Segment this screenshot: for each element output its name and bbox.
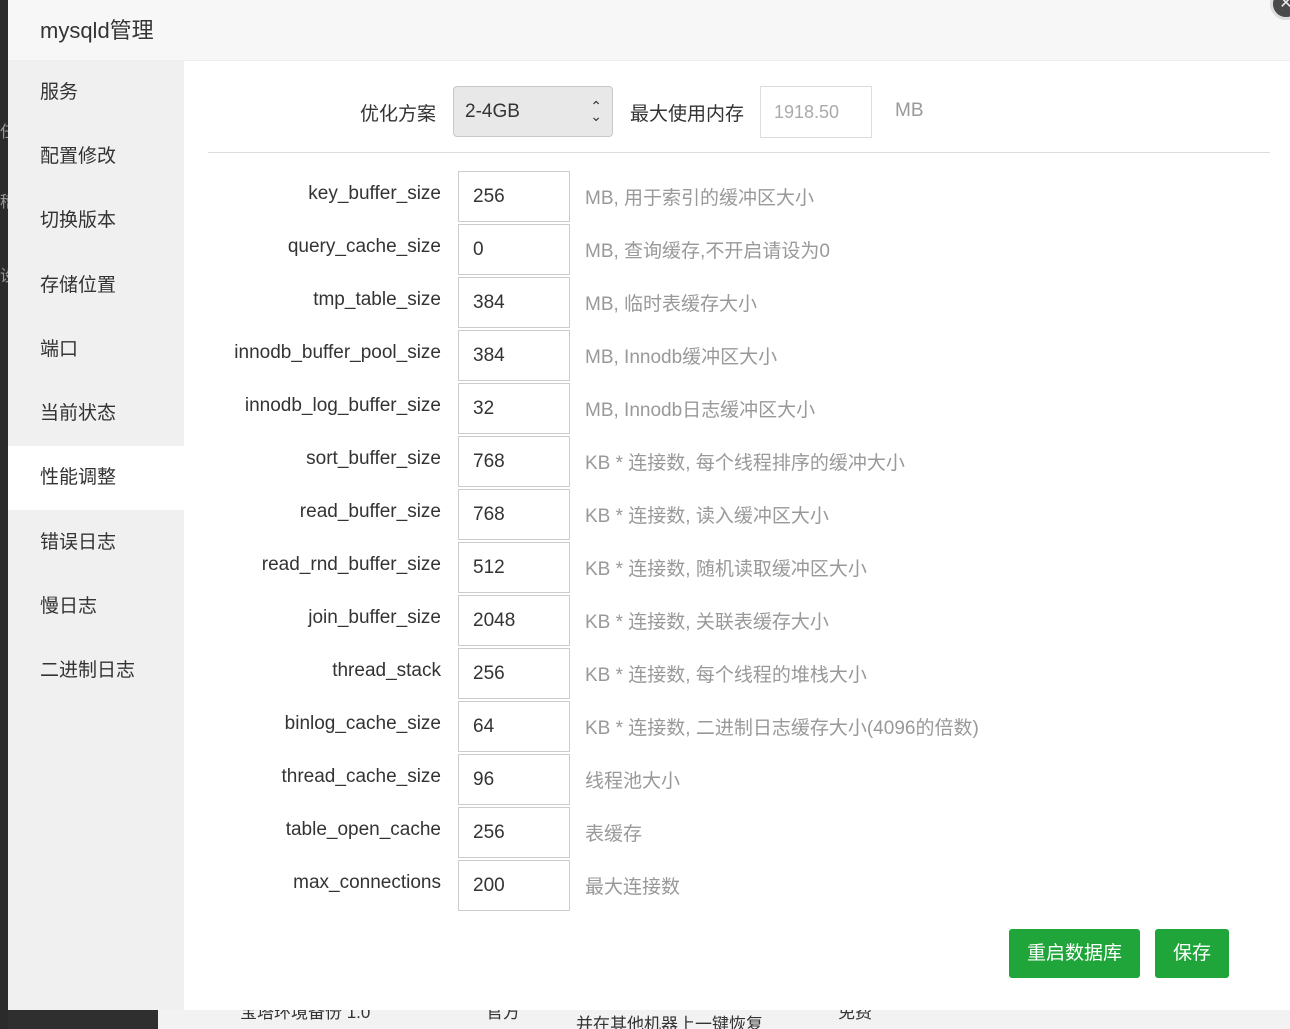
param-name: sort_buffer_size <box>306 448 441 469</box>
param-name: innodb_log_buffer_size <box>244 395 441 416</box>
param-name: join_buffer_size <box>308 607 441 628</box>
param-input[interactable]: 256 <box>458 171 570 222</box>
divider <box>208 152 1270 153</box>
max-memory-input[interactable]: 1918.50 <box>760 86 872 138</box>
param-input[interactable]: 256 <box>458 648 570 699</box>
param-row: read_rnd_buffer_size 512 KB * 连接数, 随机读取缓冲区… <box>184 542 1290 595</box>
param-name: query_cache_size <box>287 236 441 257</box>
sidebar-item-error-log[interactable]: 错误日志 <box>8 511 184 575</box>
optimize-row: 优化方案 2-4GB ⌃ ⌄ 最大使用内存 1918.50 MB <box>184 61 1290 153</box>
sidebar-item-switch-version[interactable]: 切换版本 <box>8 189 184 253</box>
param-name: read_buffer_size <box>299 501 441 522</box>
param-name: thread_cache_size <box>281 766 442 787</box>
bg-item: 官方 <box>486 1010 520 1022</box>
param-description: MB, Innodb日志缓冲区大小 <box>585 400 816 421</box>
bg-char: 任 <box>0 118 8 142</box>
param-description: MB, 查询缓存,不开启请设为0 <box>585 241 830 262</box>
dialog-header: mysqld管理 <box>8 0 1290 61</box>
restart-database-button[interactable]: 重启数据库 <box>1009 929 1140 978</box>
param-row: query_cache_size 0 MB, 查询缓存,不开启请设为0 <box>184 224 1290 277</box>
param-name: tmp_table_size <box>313 289 441 310</box>
param-name: read_rnd_buffer_size <box>261 554 441 575</box>
sidebar-item-service[interactable]: 服务 <box>8 61 184 125</box>
param-row: table_open_cache 256 表缓存 <box>184 807 1290 860</box>
param-row: thread_stack 256 KB * 连接数, 每个线程的堆栈大小 <box>184 648 1290 701</box>
param-input[interactable]: 384 <box>458 277 570 328</box>
sidebar-item-performance[interactable]: 性能调整 <box>8 446 184 510</box>
param-input[interactable]: 512 <box>458 542 570 593</box>
param-row: read_buffer_size 768 KB * 连接数, 读入缓冲区大小 <box>184 489 1290 542</box>
param-description: KB * 连接数, 每个线程排序的缓冲大小 <box>585 453 905 474</box>
max-memory-label: 最大使用内存 <box>630 104 745 125</box>
bg-item: 免费 <box>838 1010 872 1022</box>
sidebar: 服务 配置修改 切换版本 存储位置 端口 当前状态 性能调整 错误日志 慢日志 … <box>8 61 184 1010</box>
param-name: key_buffer_size <box>308 183 441 204</box>
param-name: max_connections <box>293 872 441 893</box>
save-button[interactable]: 保存 <box>1155 929 1229 978</box>
param-input[interactable]: 768 <box>458 489 570 540</box>
param-row: tmp_table_size 384 MB, 临时表缓存大小 <box>184 277 1290 330</box>
param-input[interactable]: 200 <box>458 860 570 911</box>
param-row: key_buffer_size 256 MB, 用于索引的缓冲区大小 <box>184 171 1290 224</box>
sidebar-item-storage[interactable]: 存储位置 <box>8 254 184 318</box>
sidebar-item-binlog[interactable]: 二进制日志 <box>8 639 184 703</box>
param-input[interactable]: 384 <box>458 330 570 381</box>
param-description: KB * 连接数, 关联表缓存大小 <box>585 612 829 633</box>
param-description: MB, 临时表缓存大小 <box>585 294 758 315</box>
param-row: thread_cache_size 96 线程池大小 <box>184 754 1290 807</box>
plan-select[interactable]: 2-4GB ⌃ ⌄ <box>453 86 613 137</box>
param-description: MB, Innodb缓冲区大小 <box>585 347 778 368</box>
param-name: table_open_cache <box>285 819 441 840</box>
param-description: KB * 连接数, 随机读取缓冲区大小 <box>585 559 867 580</box>
performance-panel: 优化方案 2-4GB ⌃ ⌄ 最大使用内存 1918.50 MB key_buff… <box>184 61 1290 1010</box>
plan-label: 优化方案 <box>360 104 437 125</box>
param-row: sort_buffer_size 768 KB * 连接数, 每个线程排序的缓冲大小 <box>184 436 1290 489</box>
mysqld-dialog: mysqld管理 ✕ 服务 配置修改 切换版本 存储位置 端口 当前状态 性能调… <box>8 0 1290 1010</box>
plan-select-value: 2-4GB <box>465 101 520 122</box>
param-input[interactable]: 256 <box>458 807 570 858</box>
param-input[interactable]: 2048 <box>458 595 570 646</box>
param-name: innodb_buffer_pool_size <box>234 342 441 363</box>
param-input[interactable]: 32 <box>458 383 570 434</box>
bg-item: 并在其他机器上一键恢复 <box>576 1015 763 1029</box>
background-left-strip: 任 稽 设 <box>0 0 8 1029</box>
param-description: 最大连接数 <box>585 877 681 898</box>
param-description: KB * 连接数, 读入缓冲区大小 <box>585 506 829 527</box>
param-input[interactable]: 0 <box>458 224 570 275</box>
param-description: KB * 连接数, 二进制日志缓存大小(4096的倍数) <box>585 718 979 739</box>
param-description: 线程池大小 <box>585 771 681 792</box>
chevron-updown-icon: ⌃ ⌄ <box>590 98 602 124</box>
param-description: MB, 用于索引的缓冲区大小 <box>585 188 815 209</box>
background-bottom-dark <box>8 1010 158 1029</box>
param-row: binlog_cache_size 64 KB * 连接数, 二进制日志缓存大小(4… <box>184 701 1290 754</box>
sidebar-item-config[interactable]: 配置修改 <box>8 125 184 189</box>
bg-char: 稽 <box>0 188 8 212</box>
param-input[interactable]: 96 <box>458 754 570 805</box>
param-row: innodb_buffer_pool_size 384 MB, Innodb缓冲区大… <box>184 330 1290 383</box>
param-name: binlog_cache_size <box>284 713 441 734</box>
param-description: KB * 连接数, 每个线程的堆栈大小 <box>585 665 867 686</box>
background-bottom-strip: 宝塔环境备份 1.0 官方 并在其他机器上一键恢复 免费 <box>8 1010 1290 1029</box>
param-row: innodb_log_buffer_size 32 MB, Innodb日志缓冲区大… <box>184 383 1290 436</box>
dialog-title: mysqld管理 <box>40 18 154 43</box>
param-name: thread_stack <box>332 660 441 681</box>
param-input[interactable]: 64 <box>458 701 570 752</box>
sidebar-item-slow-log[interactable]: 慢日志 <box>8 575 184 639</box>
sidebar-item-port[interactable]: 端口 <box>8 318 184 382</box>
param-row: max_connections 200 最大连接数 <box>184 860 1290 913</box>
param-description: 表缓存 <box>585 824 643 845</box>
param-row: join_buffer_size 2048 KB * 连接数, 关联表缓存大小 <box>184 595 1290 648</box>
bg-item: 宝塔环境备份 1.0 <box>240 1010 371 1022</box>
max-memory-unit: MB <box>895 100 924 121</box>
sidebar-item-status[interactable]: 当前状态 <box>8 382 184 446</box>
param-input[interactable]: 768 <box>458 436 570 487</box>
bg-char: 设 <box>0 262 8 286</box>
